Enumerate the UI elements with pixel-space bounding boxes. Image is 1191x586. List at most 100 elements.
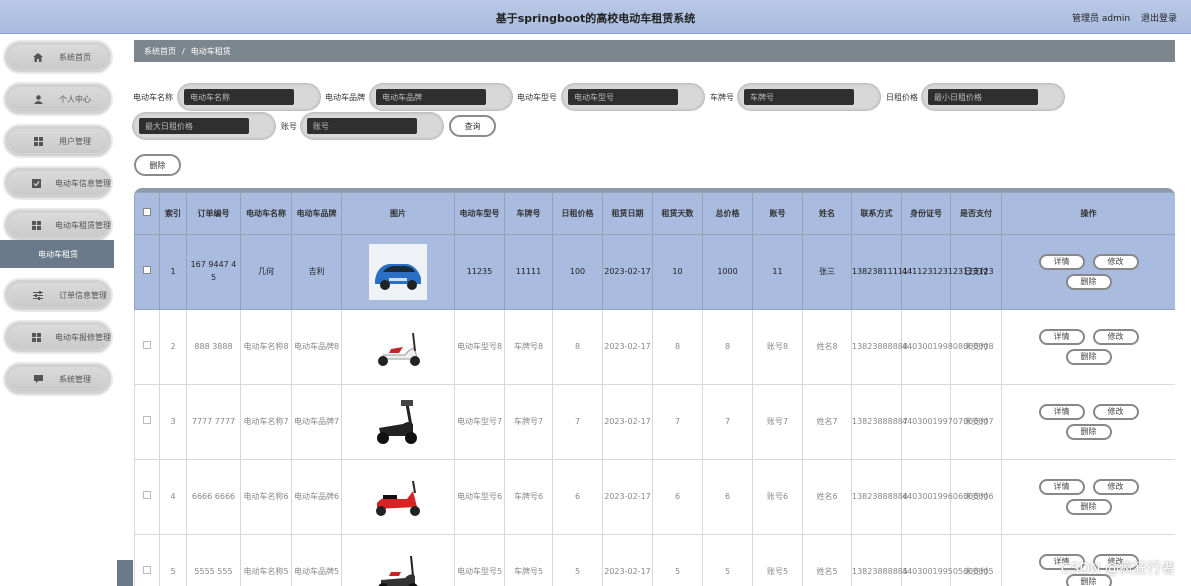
cell-plate: 车牌号8 [504,309,553,385]
col-header: 账号 [752,192,803,235]
cell-model: 电动车型号8 [454,309,505,385]
cell-person: 姓名6 [802,459,852,535]
cell-image [341,384,455,460]
sidebar-item-orders[interactable]: 订单信息管理 [3,278,113,312]
min-price-input[interactable]: 最小日租价格 [922,84,1064,110]
cell-phone: 13823811111 [851,234,908,310]
breadcrumb-home[interactable]: 系统首页 [144,46,176,57]
max-price-input[interactable]: 最大日租价格 [133,113,275,139]
edit-button[interactable]: 修改 [1092,329,1139,345]
table-row: 3 7777 7777 电动车名称7 电动车品牌7 电动车型号7 车牌号7 7 2023-02… [134,384,1175,460]
cell-name: 电动车名称8 [240,309,292,385]
col-header: 身份证号 [901,192,951,235]
row-checkbox[interactable] [143,490,151,499]
sidebar-item-ebike-info[interactable]: 电动车信息管理 [3,166,113,200]
row-select-cell[interactable] [134,534,160,586]
col-header: 索引 [159,192,187,235]
name-input[interactable]: 电动车名称 [178,84,320,110]
model-input[interactable]: 电动车型号 [562,84,704,110]
cell-account: 账号6 [752,459,803,535]
cell-ops: 详情 修改删除 [1001,309,1175,385]
col-header: 车牌号 [504,192,553,235]
plate-input[interactable]: 车牌号 [738,84,880,110]
cell-order: 7777 7777 [186,384,241,460]
edit-button[interactable]: 修改 [1092,479,1139,495]
select-all-checkbox[interactable] [143,207,151,216]
sidebar-item-users[interactable]: 用户管理 [3,124,113,158]
sidebar-item-system[interactable]: 系统管理 [3,362,113,396]
watermark: CSDN @疯狂行者 [1060,561,1175,577]
vehicle-image [342,394,454,450]
sidebar-item-label: 用户管理 [59,136,91,146]
account-input[interactable]: 账号 [301,113,443,139]
row-select-cell[interactable] [134,234,160,310]
col-header: 联系方式 [851,192,902,235]
select-all-cell[interactable] [134,192,160,235]
row-checkbox[interactable] [143,565,151,574]
table-row: 5 5555 555 电动车名称5 电动车品牌5 电动车型号5 车牌号5 5 2023-02-… [134,534,1175,586]
row-delete-button[interactable]: 删除 [1065,424,1112,440]
cell-image [341,459,455,535]
col-header: 图片 [341,192,455,235]
sidebar-subitem-rental[interactable]: 电动车租赁 [0,240,114,268]
col-header: 租赁日期 [602,192,653,235]
row-select-cell[interactable] [134,309,160,385]
row-checkbox[interactable] [143,415,151,424]
home-icon [31,51,45,63]
col-header: 是否支付 [950,192,1002,235]
sidebar-item-rental[interactable]: 电动车租赁管理 [3,208,113,242]
row-checkbox[interactable] [143,265,151,274]
cell-person: 姓名8 [802,309,852,385]
query-button[interactable]: 查询 [449,115,496,137]
col-header: 姓名 [802,192,852,235]
cell-price: 100 [552,234,603,310]
cell-model: 电动车型号6 [454,459,505,535]
row-delete-button[interactable]: 删除 [1065,274,1112,290]
cell-name: 电动车名称7 [240,384,292,460]
cell-phone: 13823888888 [851,309,908,385]
vehicle-image [342,469,454,525]
cell-total: 5 [702,534,753,586]
edit-button[interactable]: 修改 [1092,404,1139,420]
cell-days: 6 [652,459,703,535]
cell-order: 167 9447 4 5 [186,234,241,310]
sidebar-item-label: 系统管理 [59,374,91,384]
cell-days: 7 [652,384,703,460]
cell-model: 电动车型号7 [454,384,505,460]
grid-icon [31,219,41,231]
cell-name: 几何 [240,234,292,310]
vehicle-image [342,244,454,300]
cell-brand: 电动车品牌8 [291,309,342,385]
cell-ops: 详情 修改删除 [1001,459,1175,535]
row-select-cell[interactable] [134,384,160,460]
sidebar-item-home[interactable]: 系统首页 [3,40,113,74]
brand-input[interactable]: 电动车品牌 [370,84,512,110]
cell-name: 电动车名称6 [240,459,292,535]
sidebar-item-repair[interactable]: 电动车报修管理 [3,320,113,354]
detail-button[interactable]: 详情 [1038,329,1085,345]
detail-button[interactable]: 详情 [1038,404,1085,420]
cell-idx: 4 [159,459,187,535]
col-header: 电动车名称 [240,192,292,235]
cell-phone: 13823888885 [851,534,908,586]
logout-link[interactable]: 退出登录 [1141,14,1177,24]
col-header: 操作 [1001,192,1175,235]
detail-button[interactable]: 详情 [1038,479,1085,495]
price-label: 日租价格 [886,93,918,102]
sidebar-item-label: 电动车信息管理 [55,178,111,188]
row-checkbox[interactable] [143,340,151,349]
row-select-cell[interactable] [134,459,160,535]
sidebar-item-profile[interactable]: 个人中心 [3,82,113,116]
cell-idcard: 441123123123123123 [901,234,994,310]
col-header: 订单编号 [186,192,241,235]
brand-label: 电动车品牌 [325,93,365,102]
sidebar-item-label: 系统首页 [59,52,91,62]
cell-days: 5 [652,534,703,586]
bulk-delete-button[interactable]: 删除 [134,154,181,176]
cell-brand: 电动车品牌5 [291,534,342,586]
row-delete-button[interactable]: 删除 [1065,499,1112,515]
detail-button[interactable]: 详情 [1038,254,1085,270]
sidebar: 系统首页 个人中心 用户管理 电动车信息管理 电动车租赁管理 电动车租赁 订单信… [0,35,116,586]
row-delete-button[interactable]: 删除 [1065,349,1112,365]
edit-button[interactable]: 修改 [1092,254,1139,270]
